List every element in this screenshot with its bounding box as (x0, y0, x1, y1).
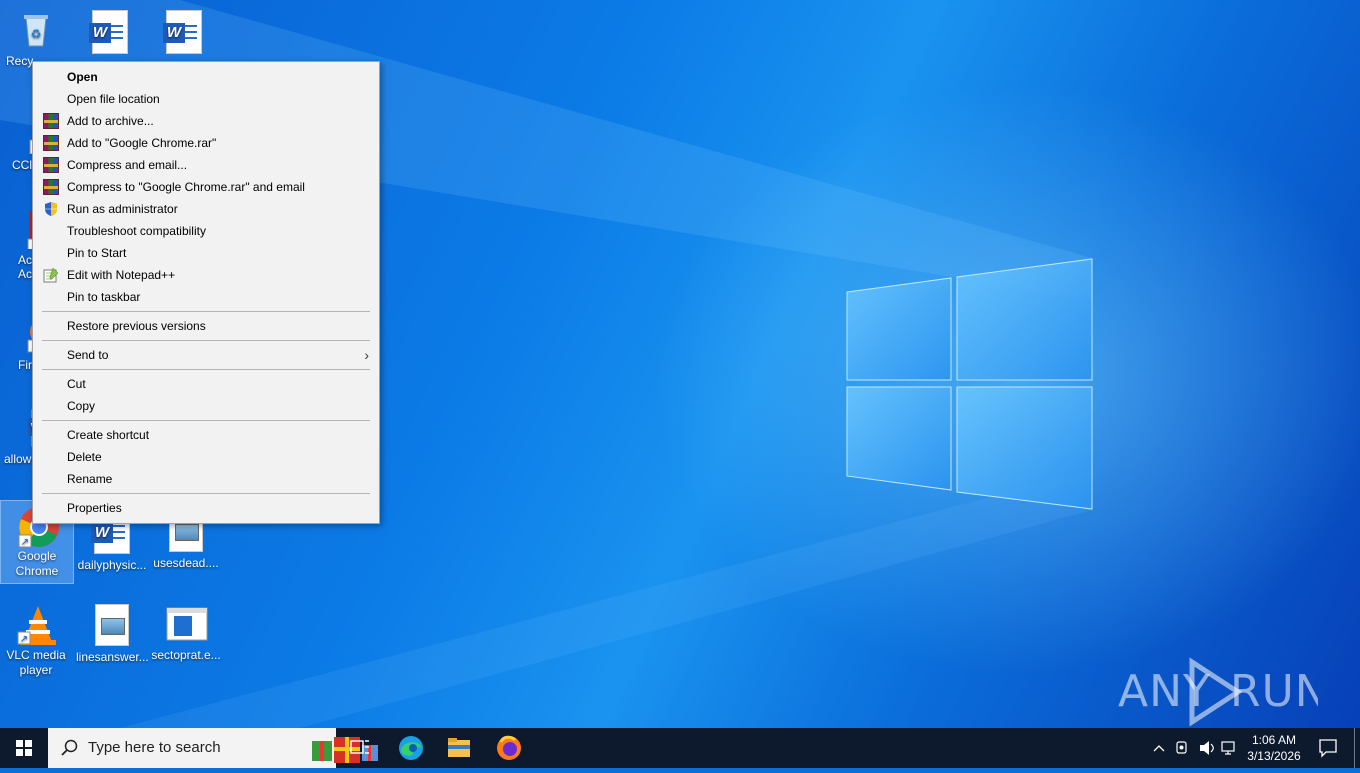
menu-item-label: Cut (67, 377, 86, 391)
menu-item-label: Compress and email... (67, 158, 188, 172)
svg-text:ANY: ANY (1118, 666, 1211, 717)
desktop-icon-label: dailyphysic... (77, 558, 147, 572)
menu-item-label: Open file location (67, 92, 160, 106)
menu-item-pin-to-start[interactable]: Pin to Start (34, 242, 378, 264)
word-doc-desktop-icon[interactable]: W (74, 6, 146, 58)
taskbar-firefox-button[interactable] (485, 728, 533, 768)
taskbar: Type here to search 1:06 AM 3/13/2026 (0, 728, 1360, 768)
menu-item-label: Run as administrator (67, 202, 178, 216)
sectoprat-desktop-icon[interactable]: sectoprat.e... (150, 600, 222, 663)
action-center-button[interactable] (1304, 728, 1352, 768)
word-document-icon: W (89, 10, 128, 54)
menu-item-label: Edit with Notepad++ (67, 268, 176, 282)
menu-item-create-shortcut[interactable]: Create shortcut (34, 424, 378, 446)
desktop-icon-label: usesdead.... (153, 556, 219, 570)
menu-item-add-to-rar[interactable]: Add to "Google Chrome.rar" (34, 132, 378, 154)
menu-item-copy[interactable]: Copy (34, 395, 378, 417)
desktop-icon-label: VLC media player (6, 648, 66, 677)
chevron-up-icon (1153, 745, 1165, 752)
taskbar-file-explorer-button[interactable] (435, 728, 483, 768)
menu-item-properties[interactable]: Properties (34, 497, 378, 519)
menu-item-open[interactable]: Open (34, 66, 378, 88)
menu-item-troubleshoot-compatibility[interactable]: Troubleshoot compatibility (34, 220, 378, 242)
image-file-icon (95, 604, 129, 646)
desktop-icon-label: linesanswer... (76, 650, 149, 664)
search-placeholder: Type here to search (88, 739, 221, 756)
menu-separator (42, 420, 370, 421)
menu-item-compress-and-email[interactable]: Compress and email... (34, 154, 378, 176)
vlc-desktop-icon[interactable]: ↗ VLC media player (0, 600, 72, 678)
clock-time: 1:06 AM (1251, 733, 1297, 747)
menu-item-label: Delete (67, 450, 102, 464)
linesanswer-desktop-icon[interactable]: linesanswer... (76, 600, 149, 665)
network-icon (1221, 741, 1235, 752)
menu-item-compress-to-rar-and-email[interactable]: Compress to "Google Chrome.rar" and emai… (34, 176, 378, 198)
menu-item-label: Add to archive... (67, 114, 154, 128)
volume-icon (1200, 741, 1209, 755)
task-view-button[interactable] (336, 728, 384, 768)
menu-item-rename[interactable]: Rename (34, 468, 378, 490)
edge-icon (399, 736, 423, 760)
menu-separator (42, 340, 370, 341)
menu-item-label: Restore previous versions (67, 319, 206, 333)
anyrun-watermark: ANY RUN (1118, 656, 1328, 727)
taskbar-clock[interactable]: 1:06 AM 3/13/2026 (1238, 732, 1310, 764)
notepadpp-icon (43, 267, 59, 283)
recycle-bin-icon: ♻ (16, 10, 56, 50)
menu-item-cut[interactable]: Cut (34, 373, 378, 395)
recycle-bin-desktop-icon[interactable]: ♻ Recy (0, 6, 72, 69)
word-document-icon: W (163, 10, 202, 54)
menu-separator (42, 493, 370, 494)
executable-icon (166, 604, 208, 644)
windows-logo-icon (16, 740, 32, 756)
svg-text:RUN: RUN (1230, 666, 1318, 717)
menu-item-label: Compress to "Google Chrome.rar" and emai… (67, 180, 305, 194)
svg-text:↗: ↗ (20, 634, 28, 645)
taskbar-search-box[interactable]: Type here to search (48, 728, 378, 768)
menu-separator (42, 369, 370, 370)
menu-item-label: Rename (67, 472, 113, 486)
uac-shield-icon (43, 201, 59, 217)
menu-item-label: Pin to Start (67, 246, 127, 260)
menu-item-pin-to-taskbar[interactable]: Pin to taskbar (34, 286, 378, 308)
notifications-icon (1319, 739, 1337, 758)
menu-item-label: Add to "Google Chrome.rar" (67, 136, 217, 150)
menu-item-label: Copy (67, 399, 96, 413)
file-explorer-icon (448, 738, 470, 757)
start-button[interactable] (0, 728, 48, 768)
menu-item-label: Open (67, 70, 98, 84)
menu-separator (42, 311, 370, 312)
winrar-icon (43, 179, 59, 195)
chevron-right-icon: › (364, 347, 369, 363)
vlc-icon: ↗ (16, 604, 56, 645)
menu-item-label: Create shortcut (67, 428, 150, 442)
show-desktop-button[interactable] (1354, 728, 1355, 768)
svg-text:↗: ↗ (21, 537, 29, 548)
menu-item-send-to[interactable]: Send to › (34, 344, 378, 366)
svg-text:♻: ♻ (31, 27, 42, 41)
taskbar-edge-button[interactable] (387, 728, 435, 768)
menu-item-label: Troubleshoot compatibility (67, 224, 206, 238)
word-doc-desktop-icon[interactable]: W (148, 6, 220, 58)
winrar-icon (43, 113, 59, 129)
winrar-icon (43, 135, 59, 151)
context-menu: Open Open file location Add to archive..… (32, 61, 380, 524)
menu-item-edit-with-notepadpp[interactable]: Edit with Notepad++ (34, 264, 378, 286)
menu-item-delete[interactable]: Delete (34, 446, 378, 468)
desktop-icon-label: Google Chrome (15, 549, 59, 578)
menu-item-run-as-administrator[interactable]: Run as administrator (34, 198, 378, 220)
search-icon (61, 739, 78, 756)
menu-item-add-to-archive[interactable]: Add to archive... (34, 110, 378, 132)
desktop-icon-label: sectoprat.e... (151, 648, 221, 662)
clock-date: 3/13/2026 (1247, 749, 1301, 763)
winrar-icon (43, 157, 59, 173)
menu-item-open-file-location[interactable]: Open file location (34, 88, 378, 110)
menu-item-label: Pin to taskbar (67, 290, 141, 304)
menu-item-label: Properties (67, 501, 122, 515)
menu-item-restore-previous-versions[interactable]: Restore previous versions (34, 315, 378, 337)
system-tray (1148, 728, 1238, 768)
menu-item-label: Send to (67, 348, 109, 362)
task-view-icon (350, 740, 369, 754)
firefox-icon (497, 735, 521, 760)
